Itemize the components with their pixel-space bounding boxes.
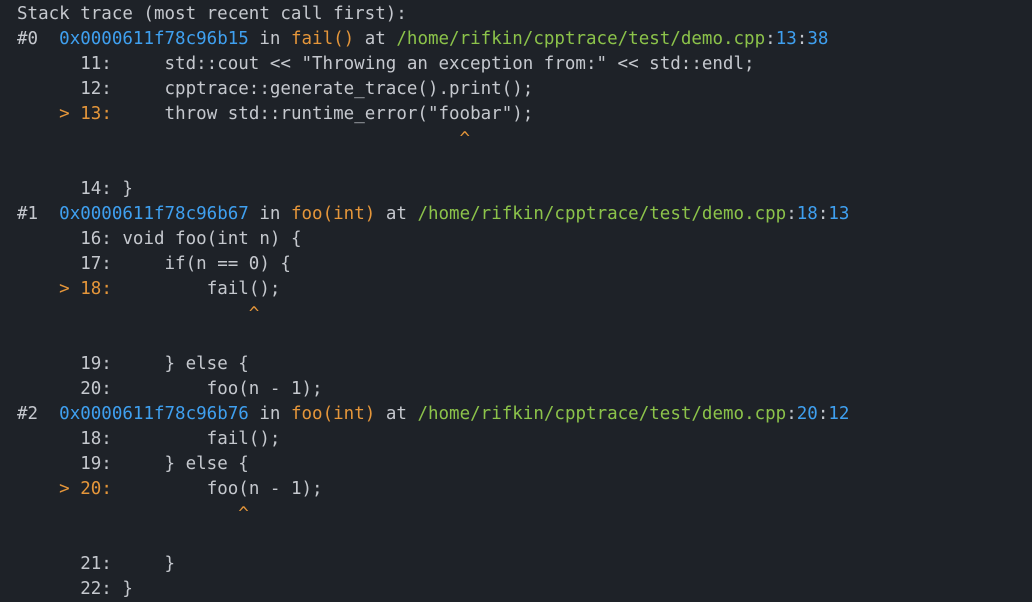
frame-file-path: /home/rifkin/cpptrace/test/demo.cpp [396,29,766,49]
stack-trace-header: Stack trace (most recent call first): [17,4,407,24]
frame-address: 0x0000611f78c96b15 [59,29,249,49]
frame-header: #2 0x0000611f78c96b76 in foo(int) at /ho… [17,404,850,424]
at-keyword: at [385,404,407,424]
snippet-line: 16: void foo(int n) { [17,227,1032,252]
snippet-line-number: 13: [80,104,112,124]
snippet-line-number: 20: [80,379,112,399]
snippet-code: throw std::runtime_error("foobar"); [122,104,534,124]
highlight-marker: > [59,479,70,499]
snippet-line: > 20: foo(n - 1); [17,477,1032,502]
frame-line-number: 13 [775,29,797,49]
snippet-line-number: 17: [80,254,112,274]
snippet-line-number: 11: [80,54,112,74]
snippet-line-number: 12: [80,79,112,99]
caret-line: ^ [17,302,1032,327]
snippet-code: fail(); [122,279,281,299]
snippet-line-number: 20: [80,479,112,499]
frame-header: #1 0x0000611f78c96b67 in foo(int) at /ho… [17,204,850,224]
snippet-line-number: 19: [80,454,112,474]
snippet-line: 20: foo(n - 1); [17,377,1032,402]
column-caret: ^ [122,304,260,324]
column-caret: ^ [122,504,249,524]
in-keyword: in [259,29,281,49]
frame-function: foo(int) [290,404,376,424]
snippet-line: 18: fail(); [17,427,1032,452]
frame-column-number: 13 [828,204,850,224]
snippet-code: foo(n - 1); [122,479,323,499]
snippet-line-number: 18: [80,429,112,449]
snippet-code: } else { [122,454,249,474]
frame-file-path: /home/rifkin/cpptrace/test/demo.cpp [417,204,787,224]
snippet-code: fail(); [122,429,281,449]
snippet-line-number: 18: [80,279,112,299]
snippet-line: 22: } [17,577,1032,602]
frame-index: #2 [17,404,39,424]
snippet-line-number: 21: [80,554,112,574]
snippet-code: if(n == 0) { [122,254,291,274]
snippet-code: } [122,554,176,574]
frame-address: 0x0000611f78c96b76 [59,404,249,424]
frame-header: #0 0x0000611f78c96b15 in fail() at /home… [17,29,829,49]
snippet-code: } else { [122,354,249,374]
snippet-line: 17: if(n == 0) { [17,252,1032,277]
in-keyword: in [259,204,281,224]
snippet-line: 21: } [17,552,1032,577]
snippet-code: } [122,579,133,599]
at-keyword: at [364,29,386,49]
snippet-line: 12: cpptrace::generate_trace().print(); [17,77,1032,102]
frame-line-number: 18 [796,204,818,224]
frame-index: #1 [17,204,39,224]
snippet-line: 11: std::cout << "Throwing an exception … [17,52,1032,77]
frame-index: #0 [17,29,39,49]
snippet-line: > 13: throw std::runtime_error("foobar")… [17,102,1032,127]
frame-line-number: 20 [796,404,818,424]
caret-line: ^ [17,502,1032,527]
frame-column-number: 12 [828,404,850,424]
highlight-marker: > [59,104,70,124]
snippet-line-number: 22: [80,579,112,599]
frame-address: 0x0000611f78c96b67 [59,204,249,224]
snippet-line-number: 19: [80,354,112,374]
frame-column-number: 38 [807,29,829,49]
highlight-marker: > [59,279,70,299]
frame-file-path: /home/rifkin/cpptrace/test/demo.cpp [417,404,787,424]
snippet-code: } [122,179,133,199]
snippet-code: cpptrace::generate_trace().print(); [122,79,534,99]
stack-frames: #0 0x0000611f78c96b15 in fail() at /home… [17,27,1032,602]
snippet-line: > 18: fail(); [17,277,1032,302]
snippet-line-number: 16: [80,229,112,249]
frame-function: foo(int) [290,204,376,224]
snippet-line: 19: } else { [17,452,1032,477]
snippet-code: void foo(int n) { [122,229,302,249]
frame-function: fail() [290,29,355,49]
snippet-code: std::cout << "Throwing an exception from… [122,54,755,74]
snippet-line: 14: } [17,177,1032,202]
at-keyword: at [385,204,407,224]
snippet-line-number: 14: [80,179,112,199]
in-keyword: in [259,404,281,424]
terminal-output: Stack trace (most recent call first): #0… [0,0,1032,599]
snippet-line: 19: } else { [17,352,1032,377]
snippet-code: foo(n - 1); [122,379,323,399]
caret-line: ^ [17,127,1032,152]
column-caret: ^ [122,129,471,149]
